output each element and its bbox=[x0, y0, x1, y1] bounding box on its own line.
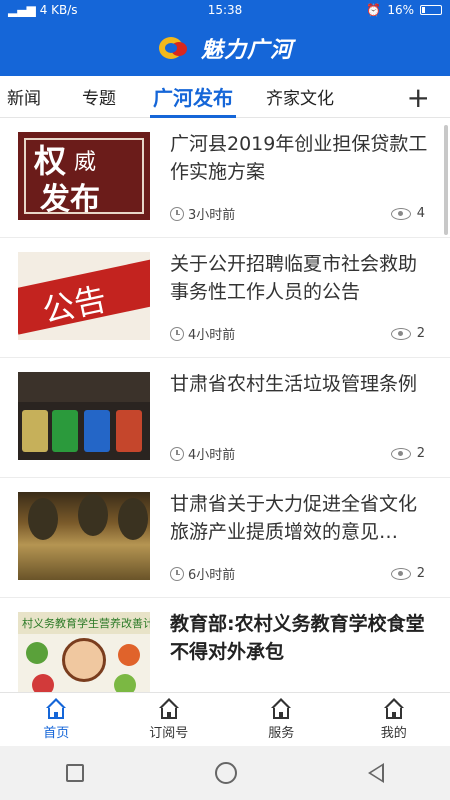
eye-icon bbox=[390, 567, 411, 580]
nav-services[interactable]: 服务 bbox=[225, 693, 338, 746]
category-tabs: 新闻 专题 广河发布 齐家文化 bbox=[0, 76, 450, 118]
home-icon bbox=[44, 698, 68, 720]
status-right: ⏰ 16% bbox=[292, 3, 442, 17]
clock-icon bbox=[170, 326, 184, 341]
add-tab-button[interactable]: + bbox=[407, 76, 430, 118]
feed-scrollbar[interactable] bbox=[444, 125, 448, 235]
status-time: 15:38 bbox=[207, 3, 243, 17]
news-item[interactable]: 权 威 发布 广河县2019年创业担保贷款工作实施方案 3小时前 4 bbox=[0, 118, 450, 238]
news-time: 4小时前 bbox=[188, 448, 236, 463]
tab-news[interactable]: 新闻 bbox=[0, 76, 60, 118]
news-time: 6小时前 bbox=[188, 568, 236, 583]
tab-topics[interactable]: 专题 bbox=[60, 76, 138, 118]
news-views: 4 bbox=[416, 206, 425, 221]
clock-icon bbox=[170, 206, 184, 221]
app-title: 魅力广河 bbox=[200, 38, 293, 63]
home-button[interactable] bbox=[214, 762, 237, 784]
news-thumbnail: 权 威 发布 bbox=[18, 132, 150, 220]
news-title[interactable]: 广河县2019年创业担保贷款工作实施方案 bbox=[170, 130, 432, 186]
status-bar: ▂▄▆ 4 KB/s 15:38 ⏰ 16% bbox=[0, 0, 450, 20]
news-title[interactable]: 甘肃省农村生活垃圾管理条例 bbox=[170, 370, 432, 398]
news-views: 2 bbox=[416, 566, 425, 581]
news-meta: 6小时前 2 bbox=[170, 564, 425, 583]
system-nav-bar bbox=[0, 746, 450, 800]
news-thumbnail bbox=[18, 372, 150, 460]
alarm-icon: ⏰ bbox=[366, 3, 382, 17]
nav-me-label: 我的 bbox=[380, 726, 407, 741]
app-logo-icon bbox=[157, 34, 193, 62]
bottom-nav: 首页 订阅号 服务 我的 bbox=[0, 692, 450, 746]
nav-home-label: 首页 bbox=[43, 726, 70, 741]
tab-qijia-culture[interactable]: 齐家文化 bbox=[248, 76, 352, 118]
services-icon bbox=[269, 698, 293, 720]
news-thumbnail: 村义务教育学生营养改善计 bbox=[18, 612, 150, 692]
tab-guanghe-release[interactable]: 广河发布 bbox=[138, 76, 248, 118]
back-button[interactable] bbox=[368, 763, 385, 783]
news-thumbnail: 公告 bbox=[18, 252, 150, 340]
news-item[interactable]: 甘肃省农村生活垃圾管理条例 4小时前 2 bbox=[0, 358, 450, 478]
news-meta: 4小时前 2 bbox=[170, 324, 425, 343]
news-title[interactable]: 关于公开招聘临夏市社会救助事务性工作人员的公告 bbox=[170, 250, 432, 306]
clock-icon bbox=[170, 566, 184, 581]
subscription-icon bbox=[157, 698, 181, 720]
nav-subscriptions-label: 订阅号 bbox=[149, 726, 189, 741]
clock-icon bbox=[170, 446, 184, 461]
recent-apps-button[interactable] bbox=[65, 764, 84, 782]
news-meta: 3小时前 4 bbox=[170, 204, 425, 223]
news-item[interactable]: 公告 关于公开招聘临夏市社会救助事务性工作人员的公告 4小时前 2 bbox=[0, 238, 450, 358]
nav-subscriptions[interactable]: 订阅号 bbox=[113, 693, 226, 746]
signal-icon: ▂▄▆ bbox=[8, 3, 36, 17]
news-time: 4小时前 bbox=[188, 328, 236, 343]
news-item[interactable]: 甘肃省关于大力促进全省文化旅游产业提质增效的意见… 6小时前 2 bbox=[0, 478, 450, 598]
eye-icon bbox=[390, 327, 411, 340]
eye-icon bbox=[390, 447, 411, 460]
nav-services-label: 服务 bbox=[268, 726, 295, 741]
news-meta: 4小时前 2 bbox=[170, 444, 425, 463]
news-feed[interactable]: 权 威 发布 广河县2019年创业担保贷款工作实施方案 3小时前 4 公告 关于… bbox=[0, 118, 450, 692]
news-item[interactable]: 村义务教育学生营养改善计 教育部:农村义务教育学校食堂不得对外承包 bbox=[0, 598, 450, 692]
app-header: 魅力广河 bbox=[0, 20, 450, 76]
nav-home[interactable]: 首页 bbox=[0, 693, 113, 746]
news-views: 2 bbox=[416, 326, 425, 341]
battery-percent: 16% bbox=[387, 3, 414, 17]
news-title[interactable]: 教育部:农村义务教育学校食堂不得对外承包 bbox=[170, 610, 432, 666]
eye-icon bbox=[390, 207, 411, 220]
news-title[interactable]: 甘肃省关于大力促进全省文化旅游产业提质增效的意见… bbox=[170, 490, 432, 546]
profile-icon bbox=[382, 698, 406, 720]
battery-icon bbox=[420, 5, 442, 15]
news-time: 3小时前 bbox=[188, 208, 236, 223]
nav-me[interactable]: 我的 bbox=[338, 693, 450, 746]
status-left: ▂▄▆ 4 KB/s bbox=[8, 3, 158, 17]
news-views: 2 bbox=[416, 446, 425, 461]
news-thumbnail bbox=[18, 492, 150, 580]
network-speed: 4 KB/s bbox=[39, 3, 78, 17]
